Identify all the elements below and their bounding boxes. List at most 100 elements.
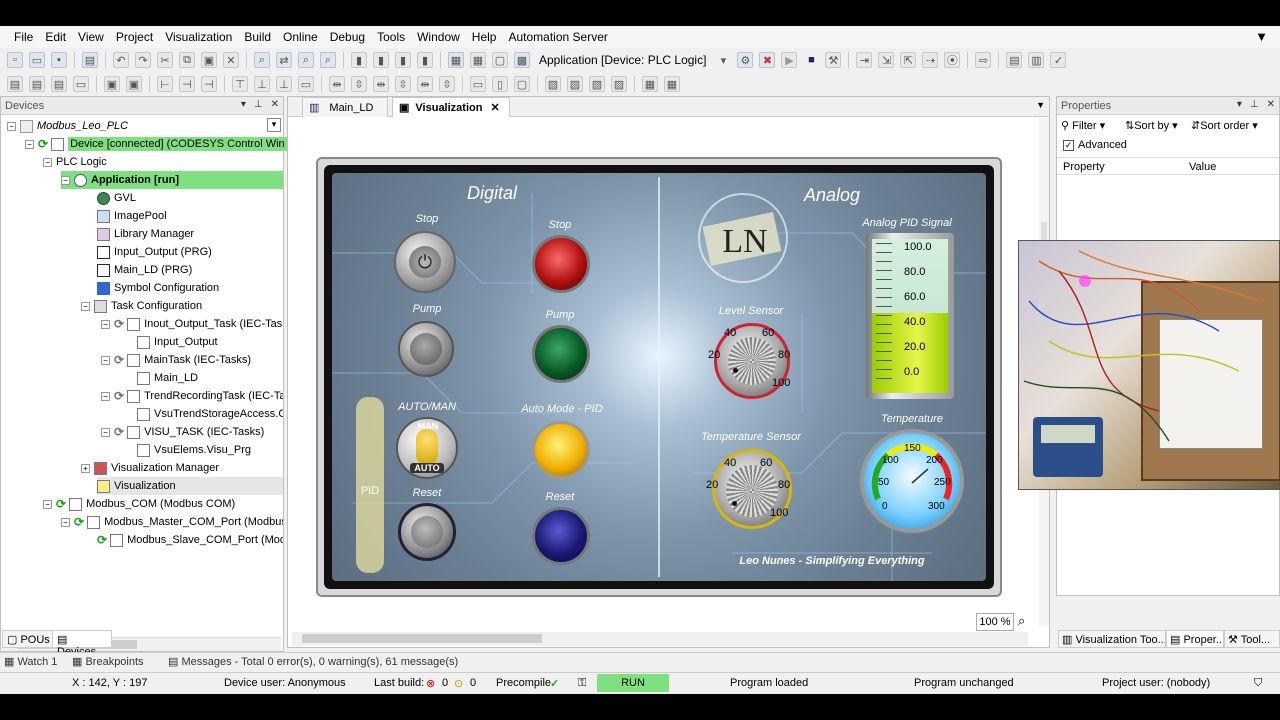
col-value[interactable]: Value (1189, 161, 1216, 173)
menu-visualization[interactable]: Visualization (159, 30, 238, 44)
tree-node-modbus-slave[interactable]: ⟳ Modbus_Slave_COM_Port (Modbu (97, 531, 283, 549)
tree-node-modbus-master[interactable]: − ⟳ Modbus_Master_COM_Port (Modbus M (61, 513, 283, 531)
frame-icon[interactable]: ▭ (73, 76, 89, 92)
menu-window[interactable]: Window (411, 30, 466, 44)
menu-build[interactable]: Build (238, 30, 277, 44)
tree-node-task-call-trend[interactable]: VsuTrendStorageAccess.Glo (137, 405, 283, 423)
tree-node-modbus-com[interactable]: − ⟳ Modbus_COM (Modbus COM) (43, 495, 235, 513)
tree-node-maintask[interactable]: − ⟳ MainTask (IEC-Tasks) (101, 351, 251, 369)
vspace-icon[interactable]: ⇳ (395, 76, 411, 92)
hcenter-icon[interactable]: ⇹ (417, 76, 433, 92)
find-icon[interactable]: ⌕ (254, 52, 270, 68)
align-right-icon[interactable]: ⊣ (201, 76, 217, 92)
tab-properties[interactable]: ▤ Proper... (1166, 630, 1224, 648)
panel-menu-icon[interactable]: ▾ (241, 99, 246, 110)
group-icon[interactable]: ▣ (104, 76, 120, 92)
tree-dropdown-icon[interactable]: ▾ (267, 118, 281, 132)
bookmark-next-icon[interactable]: ▮ (373, 52, 389, 68)
filter-button[interactable]: ⚲ Filter ▾ (1061, 119, 1105, 132)
sort-order-button[interactable]: ⇵Sort order ▾ (1191, 119, 1258, 132)
align-a-icon[interactable]: ▤ (7, 76, 23, 92)
col-property[interactable]: Property (1063, 161, 1105, 173)
ungroup-icon[interactable]: ▣ (126, 76, 142, 92)
object-icon[interactable]: ▢ (492, 52, 508, 68)
hspace-icon[interactable]: ⇹ (373, 76, 389, 92)
backward-icon[interactable]: ▨ (611, 76, 627, 92)
tab-main-ld[interactable]: ▥ Main_LD (302, 97, 388, 117)
cut-icon[interactable]: ✂ (157, 52, 173, 68)
align-top-icon[interactable]: ⊤ (232, 76, 248, 92)
force-values-icon[interactable]: ▥ (1028, 52, 1045, 68)
tree-node-task-config[interactable]: − Task Configuration (81, 297, 202, 315)
editor-horizontal-scrollbar[interactable] (292, 632, 1028, 646)
tree-node-project[interactable]: − Modbus_Leo_PLC (7, 117, 128, 135)
tree-node-visualization[interactable]: Visualization (97, 477, 283, 495)
menu-view[interactable]: View (72, 30, 110, 44)
tree-node-library-manager[interactable]: Library Manager (97, 225, 194, 243)
auto-man-switch[interactable]: MAN AUTO (396, 417, 458, 479)
tree-node-task-call-visu[interactable]: VsuElems.Visu_Prg (137, 441, 251, 459)
panel-menu-icon[interactable]: ▾ (1237, 99, 1242, 110)
tree-node-trend-task[interactable]: − ⟳ TrendRecordingTask (IEC-Tas (101, 387, 283, 405)
align-center-icon[interactable]: ⊣ (179, 76, 195, 92)
tree-node-application[interactable]: − Application [run] (61, 171, 283, 189)
zoom-icon[interactable]: ⌕ (1018, 613, 1025, 629)
pin-icon[interactable]: ⊥ (1250, 99, 1259, 110)
build-icon[interactable]: ▩ (514, 52, 530, 68)
step-icon[interactable]: ⇥ (856, 52, 873, 68)
tree-node-gvl[interactable]: GVL (97, 189, 136, 207)
open-icon[interactable]: ▭ (29, 52, 45, 68)
align-c-icon[interactable]: ▤ (51, 76, 67, 92)
tree-node-visu-task[interactable]: − ⟳ VISU_TASK (IEC-Tasks) (101, 423, 264, 441)
pump-button[interactable] (398, 321, 454, 377)
tree-node-task-call-main[interactable]: Main_LD (137, 369, 198, 387)
grid-icon[interactable]: ▦ (470, 52, 486, 68)
step-into-icon[interactable]: ⇲ (878, 52, 895, 68)
redo-icon[interactable]: ↷ (135, 52, 151, 68)
stop-button[interactable]: ⏻ (394, 231, 456, 293)
sort-by-button[interactable]: ⇅Sort by ▾ (1125, 119, 1178, 132)
tree-node-main-ld[interactable]: Main_LD (PRG) (97, 261, 192, 279)
tree-node-symbol-config[interactable]: Symbol Configuration (97, 279, 219, 297)
same-width-icon[interactable]: ▭ (470, 76, 486, 92)
menu-tools[interactable]: Tools (371, 30, 411, 44)
bookmark-prev-icon[interactable]: ▮ (395, 52, 411, 68)
tree-node-device[interactable]: − ⟳ Device [connected] (CODESYS Control Wi… (25, 135, 304, 153)
forward-icon[interactable]: ▧ (589, 76, 605, 92)
menu-project[interactable]: Project (110, 30, 159, 44)
menu-debug[interactable]: Debug (324, 30, 371, 44)
level-sensor-knob[interactable]: 20 40 60 80 100 (702, 323, 802, 403)
close-tab-icon[interactable]: ✕ (490, 101, 499, 114)
device-icon[interactable]: ▦ (448, 52, 464, 68)
login-icon[interactable]: ⚙ (737, 52, 754, 68)
next-statement-icon[interactable]: ⇨ (975, 52, 992, 68)
delete-icon[interactable]: ✕ (223, 52, 239, 68)
menu-help[interactable]: Help (466, 30, 503, 44)
active-application-selector[interactable]: Application [Device: PLC Logic] (533, 51, 712, 69)
unforce-icon[interactable]: ✓ (1050, 52, 1067, 68)
undo-icon[interactable]: ↶ (113, 52, 129, 68)
menu-online[interactable]: Online (277, 30, 324, 44)
zoom-level[interactable]: 100 % (976, 613, 1014, 631)
tree-node-plc-logic[interactable]: − PLC Logic (43, 153, 107, 171)
vdistrib-icon[interactable]: ⇳ (351, 76, 367, 92)
tab-toolbox[interactable]: ⚒ Tool... (1224, 630, 1280, 648)
align-b-icon[interactable]: ▤ (29, 76, 45, 92)
reset-button[interactable] (398, 503, 456, 561)
tab-breakpoints[interactable]: ▦ Breakpoints (72, 655, 144, 668)
step-over-icon[interactable]: ⇢ (922, 52, 939, 68)
tab-devices[interactable]: ▤ Devices (52, 630, 112, 658)
tree-node-visu-manager[interactable]: + Visualization Manager (81, 459, 219, 477)
new-icon[interactable]: ▫ (7, 52, 23, 68)
step-out-icon[interactable]: ⇱ (900, 52, 917, 68)
tab-list-icon[interactable]: ▼ (1036, 100, 1045, 110)
tab-messages[interactable]: ▤ Messages - Total 0 error(s), 0 warning… (168, 655, 458, 668)
vcenter-icon[interactable]: ⇳ (439, 76, 455, 92)
tab-watch[interactable]: ▦ Watch 1 (4, 655, 57, 668)
filter-corner-icon[interactable]: ▼ (1255, 29, 1268, 44)
same-both-icon[interactable]: ▢ (514, 76, 530, 92)
menu-automation-server[interactable]: Automation Server (502, 30, 613, 44)
bookmark-clear-icon[interactable]: ▮ (417, 52, 433, 68)
tree-node-task-call-io[interactable]: Input_Output (137, 333, 218, 351)
hdistrib-icon[interactable]: ⇹ (329, 76, 345, 92)
